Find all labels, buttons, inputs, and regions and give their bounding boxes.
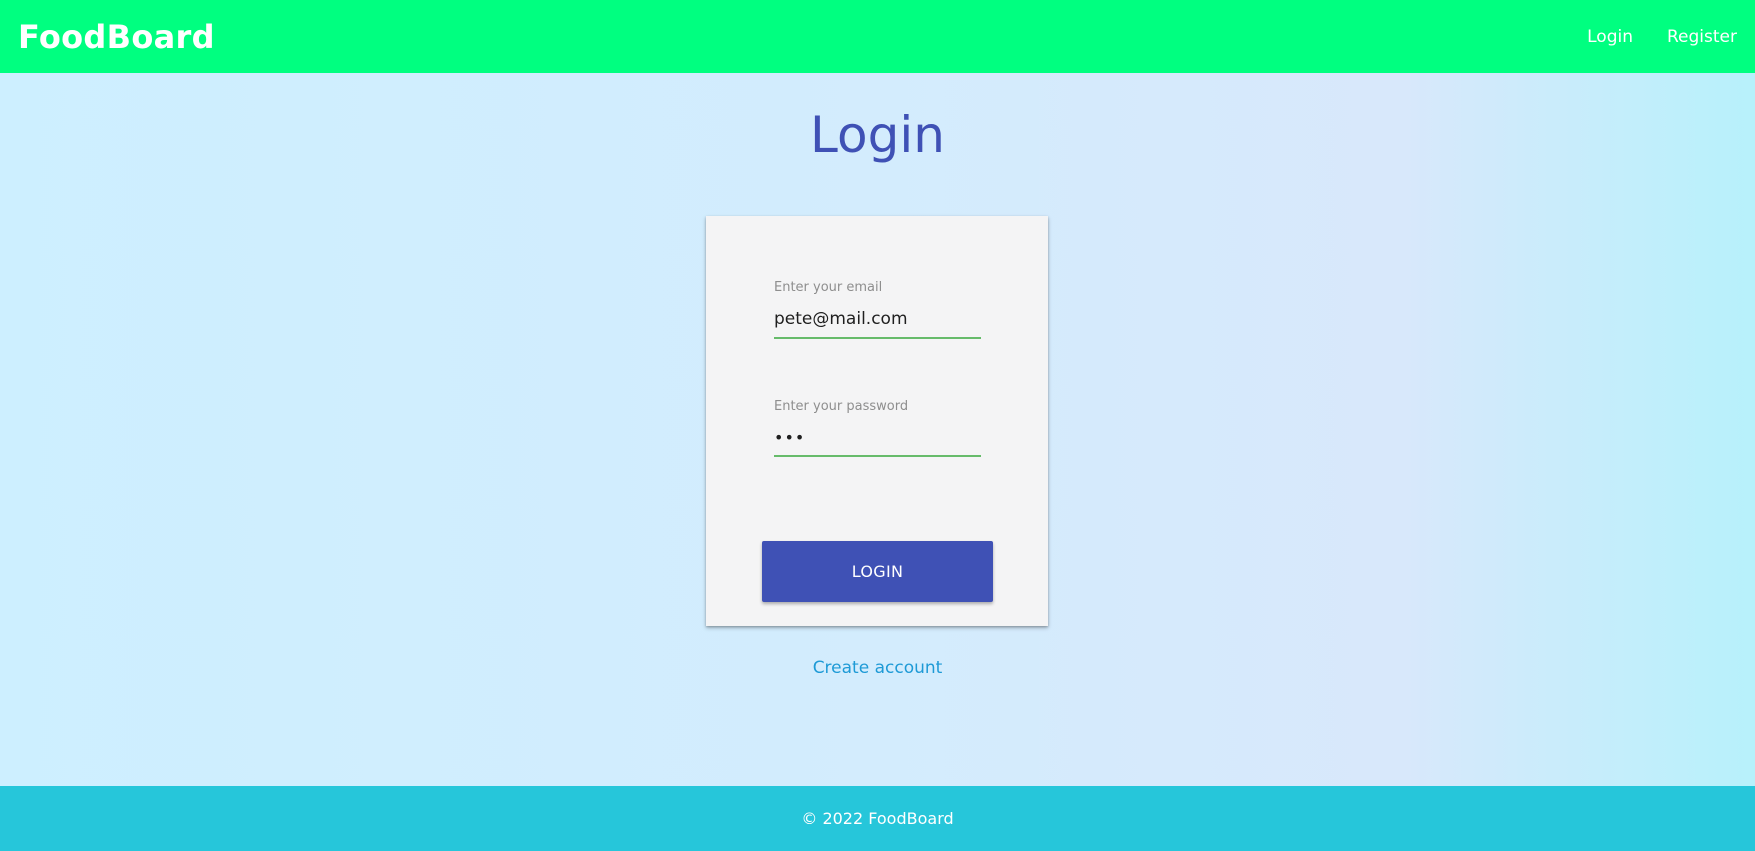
nav-link-register[interactable]: Register [1667, 27, 1737, 47]
login-button[interactable]: LOGIN [762, 541, 993, 602]
navbar: FoodBoard Login Register [0, 0, 1755, 73]
email-input[interactable] [774, 309, 981, 339]
login-card: Enter your email Enter your password LOG… [706, 216, 1048, 626]
password-field-group: Enter your password [774, 399, 981, 457]
create-account-link[interactable]: Create account [813, 658, 943, 678]
nav-links: Login Register [1587, 27, 1737, 47]
page-title: Login [810, 106, 945, 164]
footer: © 2022 FoodBoard [0, 786, 1755, 851]
create-account-row: Create account [0, 658, 1755, 678]
password-input[interactable] [774, 428, 981, 457]
footer-copyright: © 2022 FoodBoard [801, 809, 954, 828]
brand-logo[interactable]: FoodBoard [18, 18, 215, 56]
email-label: Enter your email [774, 280, 883, 295]
email-field-group: Enter your email [774, 280, 981, 339]
password-label: Enter your password [774, 399, 909, 414]
nav-link-login[interactable]: Login [1587, 27, 1633, 47]
